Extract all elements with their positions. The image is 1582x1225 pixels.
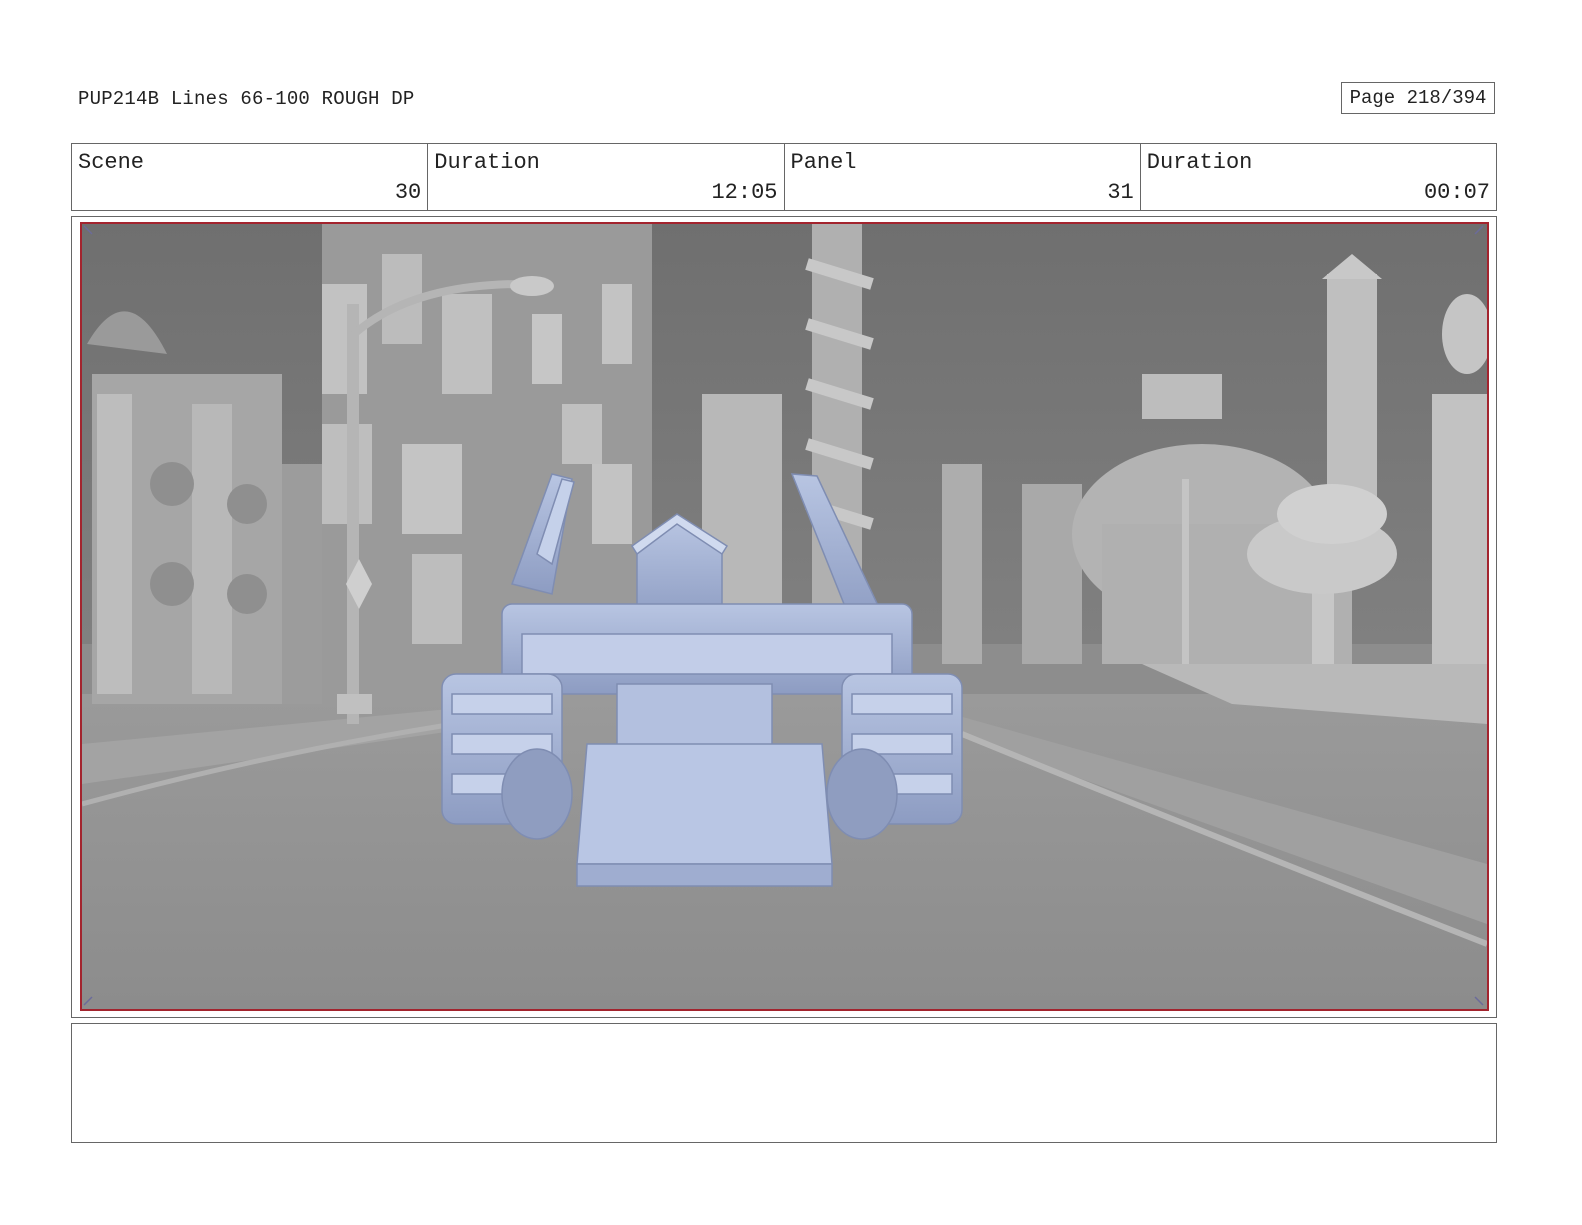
storyboard-image (80, 222, 1489, 1011)
panel-value: 31 (1107, 180, 1134, 205)
panel-duration-value: 00:07 (1423, 180, 1490, 205)
scene-duration-label: Duration (434, 150, 540, 175)
page-number: Page 218/394 (1341, 82, 1495, 114)
scene-label: Scene (78, 150, 145, 175)
scene-duration-cell: Duration 12:05 (428, 144, 785, 210)
scene-cell: Scene 30 (72, 144, 429, 210)
document-title: PUP214B Lines 66-100 ROUGH DP (78, 88, 415, 110)
panel-label: Panel (790, 150, 857, 175)
scene-value: 30 (394, 180, 422, 205)
scene-info-table: Scene 30 Duration 12:05 Panel 31 Duratio… (71, 143, 1497, 211)
panel-duration-cell: Duration 00:07 (1141, 144, 1496, 210)
notes-box (71, 1023, 1497, 1143)
panel-duration-label: Duration (1146, 150, 1253, 175)
panel-cell: Panel 31 (785, 144, 1141, 210)
scene-duration-value: 12:05 (711, 180, 778, 205)
street-scene-illustration (82, 224, 1487, 1009)
